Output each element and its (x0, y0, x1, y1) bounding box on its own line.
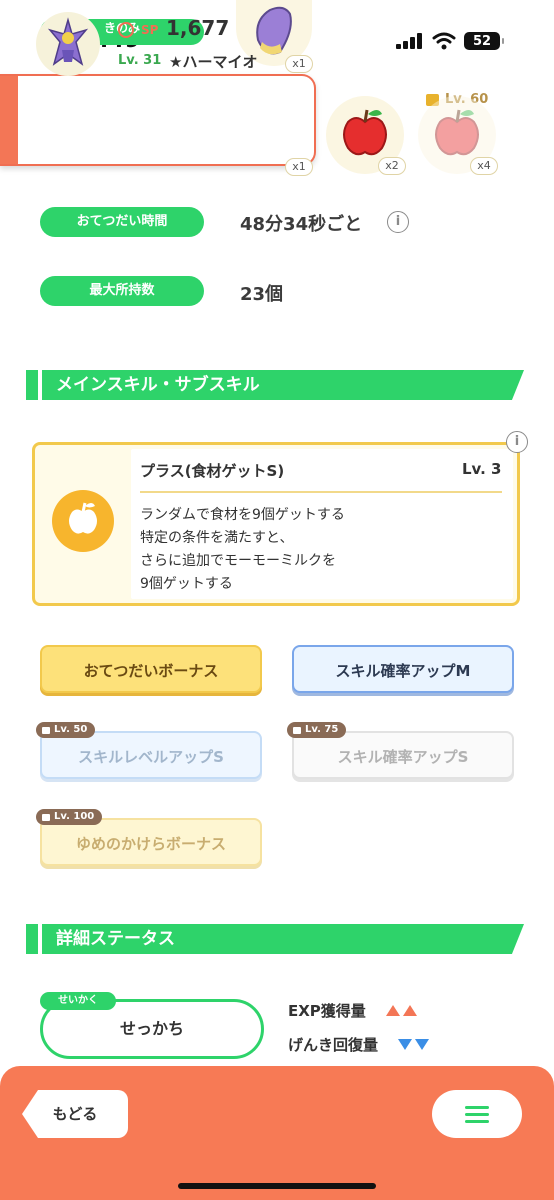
help-time-label: おてつだい時間 (40, 207, 204, 237)
section-header-skills: メインスキル・サブスキル (26, 370, 524, 400)
item-count-hidden: x1 (285, 158, 313, 176)
subskill-button[interactable]: スキル確率アップM (292, 645, 514, 693)
pokemon-image (36, 12, 100, 76)
signal-icon (396, 33, 422, 49)
home-indicator (178, 1183, 376, 1189)
status-icons: 52 (396, 28, 504, 54)
nature-tag: せいかく (40, 992, 116, 1010)
card-accent-stripe (0, 76, 18, 164)
pokemon-nickname: ★ハーマイオ (169, 53, 258, 71)
lock-level-tag: Lv. 50 (36, 722, 96, 738)
max-carry-label: 最大所持数 (40, 276, 204, 306)
section-header-details: 詳細ステータス (26, 924, 524, 954)
subskill-button-locked[interactable]: ゆめのかけらボーナス (40, 818, 262, 866)
help-time-value: 48分34秒ごと (240, 214, 363, 235)
main-skill-name: プラス(食材ゲットS) (140, 462, 285, 480)
subskill-button[interactable]: おてつだいボーナス (40, 645, 262, 693)
sp-value: 1,677 (166, 16, 230, 40)
skill-desc-line: ランダムで食材を9個ゲットする (140, 507, 345, 523)
arrow-down-icon (395, 1036, 430, 1054)
skill-desc-line: 9個ゲットする (140, 576, 233, 592)
item-count-top: x1 (285, 55, 313, 73)
nature-down-row: げんき回復量 (288, 1034, 430, 1055)
section-title: 詳細ステータス (56, 929, 175, 949)
item-count-apple: x2 (378, 157, 406, 175)
skill-desc-line: 特定の条件を満たすと、 (140, 530, 294, 546)
max-carry-value: 23個 (240, 284, 284, 305)
arrow-up-icon (383, 1002, 418, 1020)
hamburger-icon (465, 1105, 489, 1109)
nature-up-label: EXP獲得量 (288, 1002, 366, 1020)
section-title: メインスキル・サブスキル (56, 375, 260, 395)
lock-icon (42, 726, 50, 734)
sp-label: SP (141, 23, 159, 37)
nature-down-label: げんき回復量 (288, 1036, 379, 1054)
back-button[interactable]: もどる (22, 1090, 128, 1138)
skill-info-icon[interactable]: i (506, 431, 528, 453)
lock-level-tag: Lv. 100 (36, 809, 103, 825)
lock-icon (42, 813, 50, 821)
pokemon-card[interactable] (0, 74, 316, 166)
wifi-icon (432, 32, 456, 50)
menu-button[interactable] (432, 1090, 522, 1138)
main-skill-level: Lv. 3 (462, 460, 502, 478)
info-icon[interactable]: i (387, 211, 409, 233)
sp-ball-icon (118, 22, 134, 38)
nature-up-row: EXP獲得量 (288, 1000, 418, 1021)
subskill-button-locked[interactable]: スキルレベルアップS (40, 731, 262, 779)
lock-icon (293, 726, 301, 734)
battery-icon: 52 (464, 32, 504, 50)
divider (140, 491, 502, 493)
lock-level-tag: Lv. 75 (287, 722, 347, 738)
item-count-locked-apple: x4 (470, 157, 498, 175)
skill-desc-line: さらに追加でモーモーミルクを (140, 553, 336, 569)
ingredient-apple-icon (52, 490, 114, 552)
pokemon-level: Lv. 31 (118, 53, 162, 68)
subskill-button-locked[interactable]: スキル確率アップS (292, 731, 514, 779)
